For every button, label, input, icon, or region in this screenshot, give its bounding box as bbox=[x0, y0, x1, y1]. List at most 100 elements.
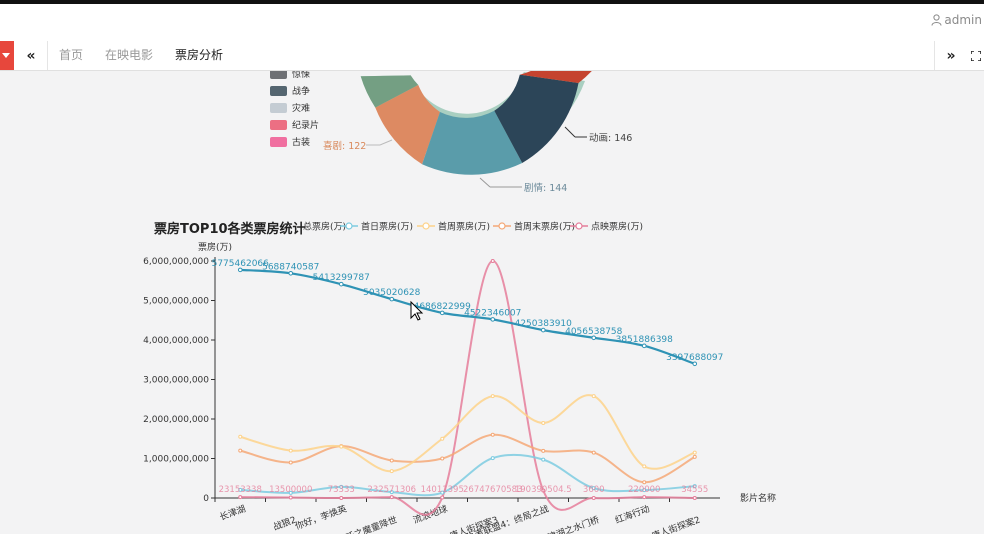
main-content: 动画: 146 剧情: 144 喜剧: 122 惊悚 战争 灾难 纪录片 古装 … bbox=[0, 71, 984, 534]
data-point bbox=[642, 464, 647, 469]
data-point bbox=[440, 456, 445, 461]
data-point bbox=[490, 394, 495, 399]
x-tick-label: 你好，李焕英 bbox=[293, 503, 348, 533]
data-label-preview: 13500000 bbox=[269, 485, 312, 495]
legend-marker bbox=[575, 222, 583, 230]
legend-label: 点映票房(万) bbox=[591, 221, 643, 233]
data-point bbox=[541, 448, 546, 453]
tabs: 首页 在映电影 票房分析 bbox=[48, 41, 234, 70]
y-tick-label: 6,000,000,000 bbox=[143, 257, 209, 267]
box-office-line-chart: 票房TOP10各类票房统计 总票房(万) 首日票房(万) 首周票房(万) 首周末票房(… bbox=[143, 221, 776, 534]
legend-marker bbox=[345, 222, 353, 230]
data-point bbox=[642, 480, 647, 485]
data-point bbox=[288, 495, 293, 500]
chart-legend-item[interactable]: 总票房(万) bbox=[303, 221, 346, 233]
data-label-total: 5413299787 bbox=[313, 273, 370, 283]
x-axis: 长津湖战狼2你好，李焕英哪吒之魔童降世流浪地球唐人街探案3复仇者联盟4：终局之战… bbox=[214, 497, 720, 534]
tab-bar: « 首页 在映电影 票房分析 » bbox=[0, 41, 984, 71]
fullscreen-button[interactable] bbox=[967, 41, 984, 70]
data-point bbox=[238, 495, 243, 500]
legend-swatch bbox=[270, 137, 287, 147]
data-point bbox=[591, 495, 596, 500]
data-label-total: 3397688097 bbox=[666, 353, 723, 363]
data-label-preview: 34555 bbox=[681, 485, 708, 495]
caret-down-icon bbox=[2, 53, 10, 58]
user-icon bbox=[931, 14, 942, 26]
x-tick-label: 长津湖之水门桥 bbox=[537, 514, 600, 534]
double-chevron-right-icon: » bbox=[946, 47, 956, 64]
legend-swatch bbox=[270, 86, 287, 96]
chart-legend-item[interactable]: 点映票房(万) bbox=[570, 221, 643, 233]
chart-legend-item[interactable]: 首周票房(万) bbox=[417, 221, 490, 233]
fullscreen-icon bbox=[971, 50, 981, 61]
data-label-total: 4522346007 bbox=[464, 308, 521, 318]
chart-title: 票房TOP10各类票房统计 bbox=[154, 221, 306, 237]
y-axis-label: 票房(万) bbox=[198, 241, 232, 253]
data-point bbox=[440, 495, 445, 500]
y-tick-label: 4,000,000,000 bbox=[143, 336, 209, 346]
data-label-total: 5035020628 bbox=[363, 288, 421, 298]
y-tick-label: 1,000,000,000 bbox=[143, 455, 209, 465]
tab-scroll-left-button[interactable]: « bbox=[15, 41, 48, 70]
donut-label-animation: 动画: 146 bbox=[589, 133, 632, 144]
chart-legend: 总票房(万) 首日票房(万) 首周票房(万) 首周末票房(万) 点映票房(万) bbox=[303, 221, 643, 233]
data-label-total: 3851886398 bbox=[616, 335, 674, 345]
user-menu[interactable]: admin bbox=[931, 13, 982, 27]
tab-home[interactable]: 首页 bbox=[48, 41, 94, 70]
legend-label-thriller[interactable]: 惊悚 bbox=[292, 71, 310, 80]
legend-label: 首周末票房(万) bbox=[514, 221, 575, 233]
legend-label-disaster[interactable]: 灾难 bbox=[292, 102, 310, 114]
data-label-preview: 3600 bbox=[583, 485, 605, 495]
data-label-total: 4056538758 bbox=[565, 327, 623, 337]
data-label-preview: 232571306 bbox=[367, 485, 416, 495]
chart-legend-item[interactable]: 首周末票房(万) bbox=[493, 221, 575, 233]
data-point bbox=[541, 420, 546, 425]
data-point bbox=[490, 259, 495, 263]
legend-label-costume[interactable]: 古装 bbox=[292, 136, 310, 148]
series-layer bbox=[237, 259, 698, 516]
data-label-total: 4686822999 bbox=[414, 302, 472, 312]
legend-marker bbox=[422, 222, 430, 230]
y-tick-label: 2,000,000,000 bbox=[143, 415, 209, 425]
series-first_week[interactable] bbox=[238, 394, 697, 474]
genre-donut-chart: 动画: 146 剧情: 144 喜剧: 122 bbox=[323, 71, 632, 194]
x-axis-label: 影片名称 bbox=[740, 492, 776, 504]
data-point bbox=[389, 495, 394, 500]
legend-label-war[interactable]: 战争 bbox=[292, 85, 310, 97]
data-point bbox=[490, 432, 495, 437]
data-label-preview: 26747670583 bbox=[463, 485, 523, 495]
data-label-total: 4250383910 bbox=[515, 319, 573, 329]
legend-label-documentary[interactable]: 纪录片 bbox=[292, 119, 319, 131]
data-label-preview: 190390504.5 bbox=[515, 485, 572, 495]
data-point bbox=[238, 448, 243, 453]
data-point bbox=[288, 460, 293, 465]
data-point bbox=[692, 454, 697, 459]
x-tick-label: 唐人街探案2 bbox=[650, 514, 702, 534]
tab-scroll-right-button[interactable]: » bbox=[934, 41, 967, 70]
chart-legend-item[interactable]: 首日票房(万) bbox=[340, 221, 413, 233]
username: admin bbox=[944, 13, 982, 27]
data-label-total: 5688740587 bbox=[262, 262, 319, 272]
tab-now-showing[interactable]: 在映电影 bbox=[94, 41, 164, 70]
data-label-preview: 220000 bbox=[628, 485, 660, 495]
x-tick-label: 红海行动 bbox=[613, 503, 651, 527]
data-label-preview: 14011395 bbox=[421, 485, 464, 495]
data-point bbox=[642, 495, 647, 500]
data-label-total: 5775462066 bbox=[212, 259, 270, 269]
data-point bbox=[389, 469, 394, 474]
tab-box-office-analysis[interactable]: 票房分析 bbox=[164, 41, 234, 70]
legend-swatch bbox=[270, 71, 287, 79]
donut-label-comedy: 喜剧: 122 bbox=[323, 140, 366, 152]
data-label-layer: 577546206656887405875413299787 5035020628… bbox=[212, 259, 724, 495]
data-point bbox=[591, 394, 596, 399]
legend-label: 首周票房(万) bbox=[438, 221, 490, 233]
y-tick-label: 3,000,000,000 bbox=[143, 376, 209, 386]
data-point bbox=[541, 457, 546, 462]
series-line bbox=[239, 394, 696, 473]
series-line bbox=[240, 259, 695, 516]
legend-label: 总票房(万) bbox=[303, 221, 346, 233]
data-point bbox=[591, 450, 596, 455]
legend-swatch bbox=[270, 103, 287, 113]
menu-toggle-button[interactable] bbox=[0, 41, 14, 70]
data-point bbox=[339, 444, 344, 449]
